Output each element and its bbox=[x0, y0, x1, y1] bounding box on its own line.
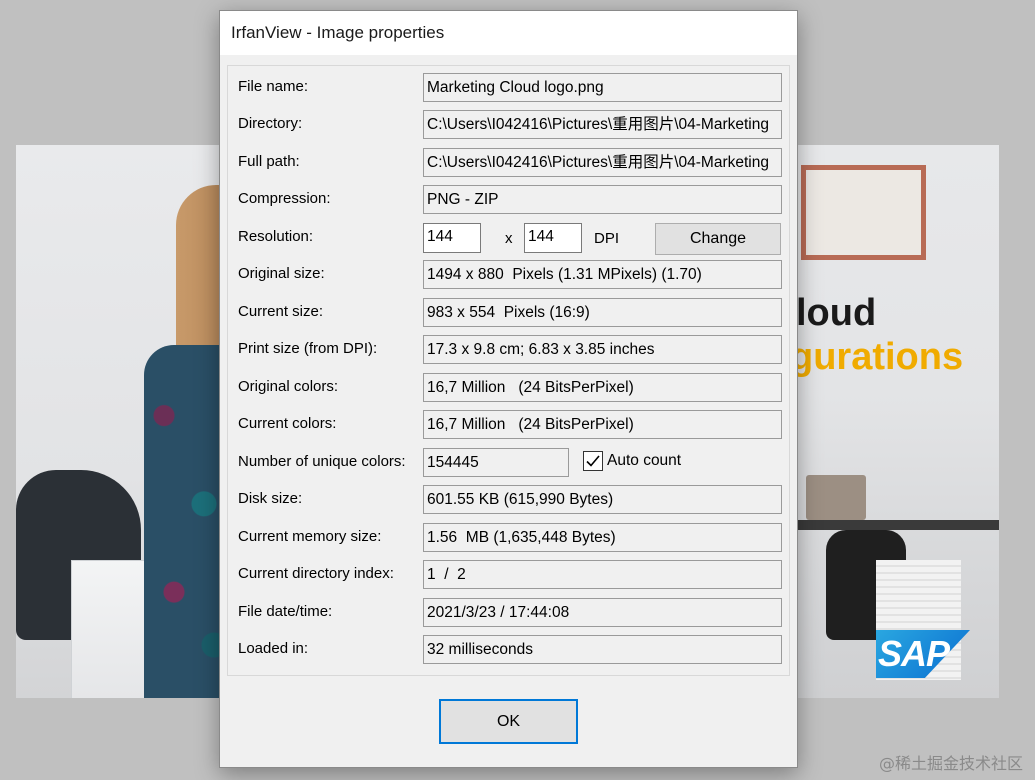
row-print-size: Print size (from DPI): 17.3 x 9.8 cm; 6.… bbox=[228, 332, 789, 364]
full-path-label: Full path: bbox=[238, 153, 300, 170]
row-resolution: Resolution: 144 x 144 DPI Change bbox=[228, 220, 789, 255]
row-current-size: Current size: 983 x 554 Pixels (16:9) bbox=[228, 295, 789, 327]
background-picture-frame bbox=[801, 165, 926, 260]
row-compression: Compression: PNG - ZIP bbox=[228, 182, 789, 214]
print-size-field[interactable]: 17.3 x 9.8 cm; 6.83 x 3.85 inches bbox=[423, 335, 782, 364]
current-colors-field[interactable]: 16,7 Million (24 BitsPerPixel) bbox=[423, 410, 782, 439]
resolution-x-input[interactable]: 144 bbox=[423, 223, 481, 253]
full-path-field[interactable]: C:\Users\I042416\Pictures\重用图片\04-Market… bbox=[423, 148, 782, 177]
current-size-field[interactable]: 983 x 554 Pixels (16:9) bbox=[423, 298, 782, 327]
file-name-field[interactable]: Marketing Cloud logo.png bbox=[423, 73, 782, 102]
row-loaded-in: Loaded in: 32 milliseconds bbox=[228, 632, 789, 664]
resolution-unit: DPI bbox=[594, 230, 620, 247]
original-size-label: Original size: bbox=[238, 265, 325, 282]
auto-count-check-box[interactable] bbox=[583, 451, 603, 471]
row-file-datetime: File date/time: 2021/3/23 / 17:44:08 bbox=[228, 595, 789, 627]
row-unique-colors: Number of unique colors: 154445 Auto cou… bbox=[228, 445, 789, 477]
resolution-y-input[interactable]: 144 bbox=[524, 223, 582, 253]
unique-colors-field[interactable]: 154445 bbox=[423, 448, 569, 477]
compression-label: Compression: bbox=[238, 190, 331, 207]
row-disk-size: Disk size: 601.55 KB (615,990 Bytes) bbox=[228, 482, 789, 514]
directory-index-field[interactable]: 1 / 2 bbox=[423, 560, 782, 589]
loaded-in-label: Loaded in: bbox=[238, 640, 309, 657]
background-heading-line1: loud bbox=[796, 292, 877, 334]
row-directory: Directory: C:\Users\I042416\Pictures\重用图… bbox=[228, 107, 789, 139]
image-properties-dialog: IrfanView - Image properties File name: … bbox=[219, 10, 798, 768]
directory-label: Directory: bbox=[238, 115, 303, 132]
disk-size-label: Disk size: bbox=[238, 490, 303, 507]
original-colors-label: Original colors: bbox=[238, 378, 339, 395]
row-original-colors: Original colors: 16,7 Million (24 BitsPe… bbox=[228, 370, 789, 402]
auto-count-checkbox[interactable]: Auto count bbox=[583, 451, 681, 471]
auto-count-label: Auto count bbox=[607, 452, 682, 469]
original-colors-field[interactable]: 16,7 Million (24 BitsPerPixel) bbox=[423, 373, 782, 402]
row-original-size: Original size: 1494 x 880 Pixels (1.31 M… bbox=[228, 257, 789, 289]
compression-field[interactable]: PNG - ZIP bbox=[423, 185, 782, 214]
memory-size-label: Current memory size: bbox=[238, 528, 382, 545]
ok-button[interactable]: OK bbox=[439, 699, 578, 744]
row-current-colors: Current colors: 16,7 Million (24 BitsPer… bbox=[228, 407, 789, 439]
resolution-label: Resolution: bbox=[238, 228, 314, 245]
row-memory-size: Current memory size: 1.56 MB (1,635,448 … bbox=[228, 520, 789, 552]
current-size-label: Current size: bbox=[238, 303, 324, 320]
background-desk bbox=[786, 520, 999, 530]
row-full-path: Full path: C:\Users\I042416\Pictures\重用图… bbox=[228, 145, 789, 177]
background-laptop bbox=[806, 475, 866, 520]
disk-size-field[interactable]: 601.55 KB (615,990 Bytes) bbox=[423, 485, 782, 514]
background-heading-line2: gurations bbox=[790, 336, 964, 378]
memory-size-field[interactable]: 1.56 MB (1,635,448 Bytes) bbox=[423, 523, 782, 552]
unique-colors-label: Number of unique colors: bbox=[238, 453, 406, 470]
dialog-titlebar[interactable]: IrfanView - Image properties bbox=[220, 11, 797, 55]
resolution-separator: x bbox=[505, 230, 513, 247]
row-directory-index: Current directory index: 1 / 2 bbox=[228, 557, 789, 589]
current-colors-label: Current colors: bbox=[238, 415, 337, 432]
directory-index-label: Current directory index: bbox=[238, 565, 394, 582]
watermark: @稀土掘金技术社区 bbox=[878, 754, 1023, 773]
properties-group: File name: Marketing Cloud logo.png Dire… bbox=[227, 65, 790, 676]
directory-field[interactable]: C:\Users\I042416\Pictures\重用图片\04-Market… bbox=[423, 110, 782, 139]
file-datetime-label: File date/time: bbox=[238, 603, 333, 620]
file-name-label: File name: bbox=[238, 78, 309, 95]
print-size-label: Print size (from DPI): bbox=[238, 340, 378, 357]
row-file-name: File name: Marketing Cloud logo.png bbox=[228, 70, 789, 102]
original-size-field[interactable]: 1494 x 880 Pixels (1.31 MPixels) (1.70) bbox=[423, 260, 782, 289]
change-resolution-button[interactable]: Change bbox=[655, 223, 781, 255]
loaded-in-field[interactable]: 32 milliseconds bbox=[423, 635, 782, 664]
checkmark-icon bbox=[586, 455, 600, 467]
file-datetime-field[interactable]: 2021/3/23 / 17:44:08 bbox=[423, 598, 782, 627]
dialog-title: IrfanView - Image properties bbox=[231, 23, 445, 42]
